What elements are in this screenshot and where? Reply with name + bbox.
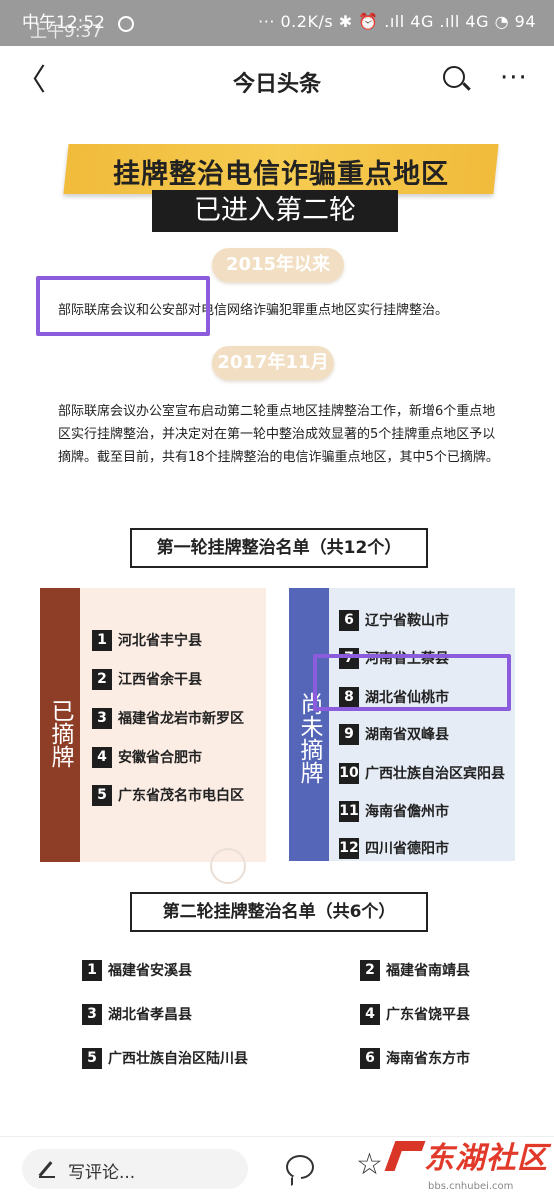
item-name: 福建省南靖县 <box>386 963 470 979</box>
item-number: 12 <box>339 838 359 859</box>
round2-title: 第二轮挂牌整治名单（共6个） <box>130 892 428 932</box>
item-name: 四川省德阳市 <box>365 841 449 857</box>
more-icon[interactable]: ··· <box>500 63 528 93</box>
item-number: 6 <box>360 1048 380 1069</box>
removed-label: 已摘牌 <box>47 698 73 768</box>
list-item: 5 广西壮族自治区陆川县 <box>82 1048 248 1070</box>
list-item: 9 湖南省双峰县 <box>339 724 449 746</box>
item-number: 5 <box>82 1048 102 1069</box>
logo-mark-icon <box>384 1141 426 1171</box>
list-item: 2 江西省余干县 <box>92 669 202 691</box>
bottom-bar: 写评论... ☆ 东湖社区 bbs.cnhubei.com <box>0 1136 554 1200</box>
item-number: 5 <box>92 785 112 806</box>
item-name: 广东省茂名市电白区 <box>118 788 244 804</box>
remaining-strip: 尚未摘牌 <box>289 588 329 861</box>
item-number: 2 <box>92 669 112 690</box>
status-time: 上午9:37 <box>30 22 103 42</box>
item-number: 2 <box>360 960 380 981</box>
list-item: 1 河北省丰宁县 <box>92 630 202 652</box>
comment-input[interactable]: 写评论... <box>22 1149 248 1189</box>
item-number: 10 <box>339 763 359 784</box>
round1-title: 第一轮挂牌整治名单（共12个） <box>130 528 428 568</box>
item-number: 11 <box>339 801 359 822</box>
list-item: 2 福建省南靖县 <box>360 960 470 982</box>
paragraph-2017: 部际联席会议办公室宣布启动第二轮重点地区挂牌整治工作，新增6个重点地区实行挂牌整… <box>58 404 499 465</box>
list-item: 6 辽宁省鞍山市 <box>339 610 449 632</box>
item-name: 广西壮族自治区陆川县 <box>108 1051 248 1067</box>
search-icon[interactable] <box>443 66 465 88</box>
list-item: 6 海南省东方市 <box>360 1048 470 1070</box>
comment-placeholder: 写评论... <box>68 1163 136 1183</box>
list-item: 12 四川省德阳市 <box>339 838 449 860</box>
headline-banner: 挂牌整治电信诈骗重点地区 <box>63 144 499 194</box>
item-number: 4 <box>92 747 112 768</box>
headline-subtitle: 已进入第二轮 <box>152 190 398 232</box>
removed-strip: 已摘牌 <box>40 588 80 862</box>
article-image: 挂牌整治电信诈骗重点地区 已进入第二轮 2015年以来 部际联席会议和公安部对电… <box>0 114 554 1136</box>
highlight-box <box>313 654 511 711</box>
list-item: 10 广西壮族自治区宾阳县 <box>339 763 505 785</box>
logo-url: bbs.cnhubei.com <box>428 1181 514 1192</box>
headline-title: 挂牌整治电信诈骗重点地区 <box>113 159 449 190</box>
item-number: 9 <box>339 724 359 745</box>
list-item: 1 福建省安溪县 <box>82 960 192 982</box>
comment-icon[interactable] <box>286 1155 314 1179</box>
item-name: 海南省儋州市 <box>365 804 449 820</box>
item-name: 河北省丰宁县 <box>118 633 202 649</box>
item-name: 湖北省孝昌县 <box>108 1007 192 1023</box>
item-number: 1 <box>82 960 102 981</box>
alarm-icon <box>118 16 134 32</box>
page-title: 今日头条 <box>232 72 321 97</box>
watermark-circle <box>210 848 246 884</box>
pen-icon <box>36 1159 58 1179</box>
status-indicators: ··· 0.2K/s ✱ ⏰ .ıll 4G .ıll 4G ◔ 94 <box>258 12 536 31</box>
list-item: 5 广东省茂名市电白区 <box>92 785 244 807</box>
item-name: 福建省龙岩市新罗区 <box>118 711 244 727</box>
list-item: 3 福建省龙岩市新罗区 <box>92 708 244 730</box>
removed-panel: 已摘牌 1 河北省丰宁县 2 江西省余干县 3 福建省龙岩市新罗区 4 安徽省合肥市 5… <box>40 588 266 862</box>
date-pill-2015: 2015年以来 <box>212 248 344 282</box>
item-number: 1 <box>92 630 112 651</box>
date-pill-2017: 2017年11月 <box>212 346 334 380</box>
item-name: 广西壮族自治区宾阳县 <box>365 766 505 782</box>
item-name: 海南省东方市 <box>386 1051 470 1067</box>
list-item: 3 湖北省孝昌县 <box>82 1004 192 1026</box>
item-name: 福建省安溪县 <box>108 963 192 979</box>
list-item: 4 广东省饶平县 <box>360 1004 470 1026</box>
status-bar: 中午12:52 上午9:37 ··· 0.2K/s ✱ ⏰ .ıll 4G .ı… <box>0 0 554 46</box>
highlight-box <box>36 276 210 336</box>
favorite-icon[interactable]: ☆ <box>356 1150 383 1180</box>
item-name: 辽宁省鞍山市 <box>365 613 449 629</box>
item-number: 3 <box>92 708 112 729</box>
item-name: 安徽省合肥市 <box>118 750 202 766</box>
item-name: 江西省余干县 <box>118 672 202 688</box>
logo-text: 东湖社区 <box>424 1141 548 1176</box>
watermark-logo: 东湖社区 bbs.cnhubei.com <box>384 1141 550 1199</box>
list-item: 4 安徽省合肥市 <box>92 747 202 769</box>
item-number: 4 <box>360 1004 380 1025</box>
item-name: 湖南省双峰县 <box>365 727 449 743</box>
item-number: 3 <box>82 1004 102 1025</box>
item-number: 6 <box>339 610 359 631</box>
item-name: 广东省饶平县 <box>386 1007 470 1023</box>
nav-bar: 〈 今日头条 ··· <box>0 46 554 114</box>
list-item: 11 海南省儋州市 <box>339 801 449 823</box>
remaining-panel: 尚未摘牌 6 辽宁省鞍山市 7 河南省上蔡县 8 湖北省仙桃市 9 湖南省双峰县 10 广… <box>289 588 515 861</box>
